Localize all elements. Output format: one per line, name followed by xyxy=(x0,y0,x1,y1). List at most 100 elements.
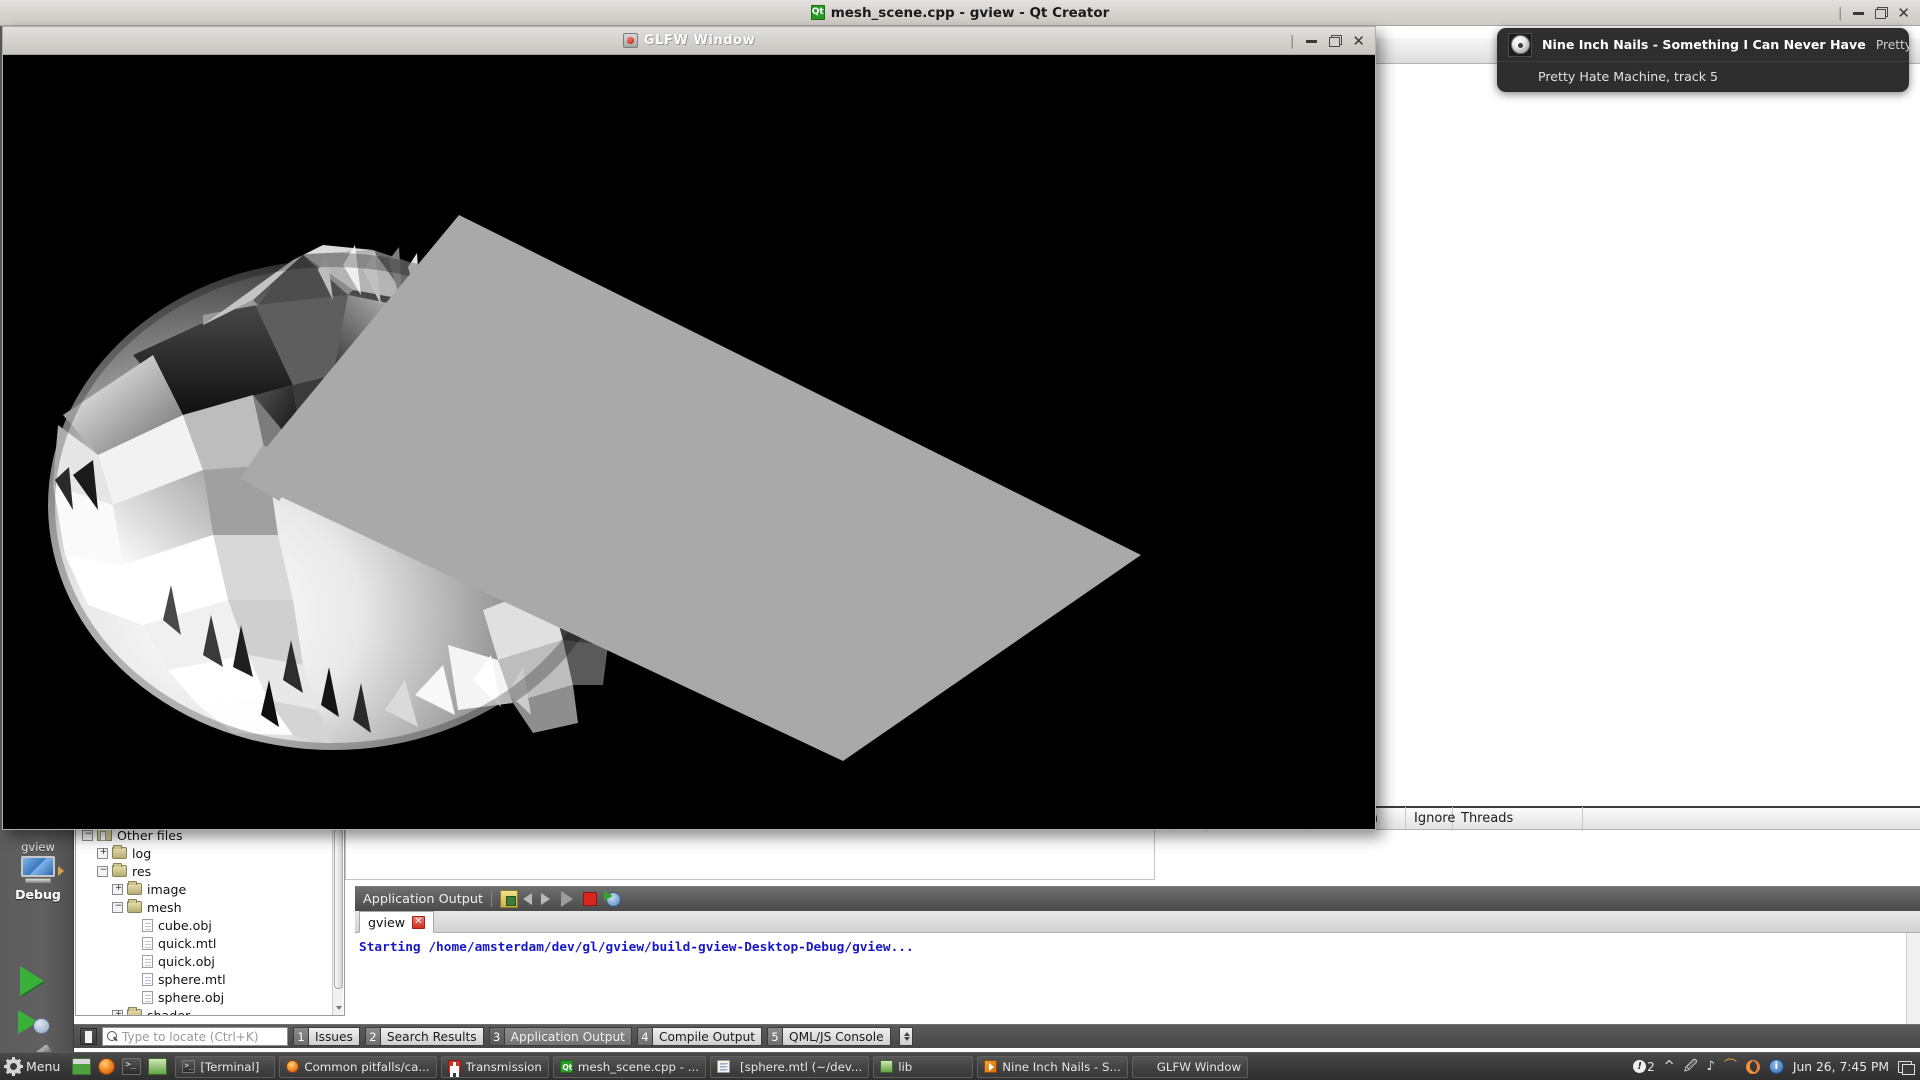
scrollbar-thumb[interactable] xyxy=(334,829,343,989)
tree-item[interactable]: sphere.obj xyxy=(76,988,344,1006)
bp-column-threads[interactable]: Threads xyxy=(1453,806,1583,831)
pane-spinner-icon[interactable] xyxy=(898,1027,913,1046)
taskbar-window-button[interactable]: Common pitfalls/ca... xyxy=(279,1055,437,1078)
locator-input[interactable]: Type to locate (Ctrl+K) xyxy=(102,1027,288,1046)
application-output-pane: Application Output gview ✕ Starting /hom… xyxy=(355,886,1920,1034)
taskbar-window-button[interactable]: [Terminal] xyxy=(175,1055,276,1078)
tree-item-label: cube.obj xyxy=(158,917,212,933)
taskbar-window-button[interactable]: Nine Inch Nails - S... xyxy=(977,1055,1128,1078)
file-icon xyxy=(142,972,153,986)
collapse-icon[interactable] xyxy=(97,865,109,877)
window-task-list: [Terminal] Common pitfalls/ca... Transmiss… xyxy=(175,1055,1633,1078)
nin-icon xyxy=(984,1060,998,1073)
glfw-titlebar[interactable]: GLFW Window | ✕ xyxy=(3,27,1375,55)
fold-icon xyxy=(880,1060,894,1073)
output-scrollbar[interactable] xyxy=(1906,933,1920,1034)
kit-selector[interactable]: gview Debug xyxy=(10,840,66,902)
tab-gview[interactable]: gview ✕ xyxy=(359,911,434,933)
qt-creator-titlebar[interactable]: Qt mesh_scene.cpp - gview - Qt Creator |… xyxy=(0,0,1920,26)
output-pane-button-issues[interactable]: 1 Issues xyxy=(293,1027,360,1046)
tree-item[interactable]: shader xyxy=(76,1006,344,1015)
output-pane-button-compile-output[interactable]: 4 Compile Output xyxy=(636,1027,763,1046)
expand-icon[interactable] xyxy=(97,847,109,859)
pane-title: Application Output xyxy=(363,891,484,907)
file-icon xyxy=(142,954,153,968)
scroll-down-icon[interactable] xyxy=(336,1006,342,1010)
show-desktop-icon[interactable] xyxy=(72,1058,92,1075)
tab-close-icon[interactable]: ✕ xyxy=(412,915,425,929)
application-output-text[interactable]: Starting /home/amsterdam/dev/gl/gview/bu… xyxy=(355,933,1920,1034)
terminal-icon[interactable] xyxy=(122,1058,142,1075)
close-icon[interactable]: ✕ xyxy=(1897,5,1910,21)
taskbar-window-button[interactable]: Transmission xyxy=(440,1055,549,1078)
music-notification[interactable]: Nine Inch Nails - Something I Can Never … xyxy=(1497,28,1909,92)
pane-shortcut-number: 2 xyxy=(364,1027,380,1046)
taskbar-window-button[interactable]: lib xyxy=(873,1055,974,1078)
firefox-icon[interactable] xyxy=(98,1058,116,1075)
update-manager-icon[interactable]: i xyxy=(1768,1059,1784,1074)
pane-shortcut-number: 5 xyxy=(767,1027,783,1046)
glfw-close-icon[interactable]: ✕ xyxy=(1352,33,1365,49)
taskbar-window-label: lib xyxy=(898,1059,913,1074)
tree-item[interactable]: quick.mtl xyxy=(76,934,344,952)
start-debugging-button[interactable] xyxy=(18,1008,54,1038)
file-icon xyxy=(142,918,153,932)
toggle-sidebar-button[interactable] xyxy=(80,1028,97,1045)
tree-item[interactable]: log xyxy=(76,844,344,862)
output-pane-button-application-output[interactable]: 3 Application Output xyxy=(488,1027,632,1046)
tree-item[interactable]: cube.obj xyxy=(76,916,344,934)
stop-icon[interactable] xyxy=(583,892,598,906)
headphones-icon[interactable]: ⌒ xyxy=(1724,1060,1737,1073)
system-tray: ! 2 ^ 🖉 ♪ ⌒ i Jun 26, 7:45 PM xyxy=(1633,1059,1920,1075)
bug-icon xyxy=(33,1018,50,1034)
glfw-maximize-icon[interactable] xyxy=(1329,34,1343,48)
open-in-editor-icon[interactable] xyxy=(500,890,519,908)
brightness-icon[interactable]: 🖉 xyxy=(1684,1060,1698,1073)
term-icon xyxy=(182,1060,196,1073)
tree-item[interactable]: image xyxy=(76,880,344,898)
audio-note-icon[interactable]: ♪ xyxy=(1707,1060,1715,1073)
run-icon[interactable] xyxy=(561,891,574,907)
clock[interactable]: Jun 26, 7:45 PM xyxy=(1793,1060,1889,1074)
project-tree-scrollbar[interactable] xyxy=(332,827,343,1015)
status-bar: Type to locate (Ctrl+K) 1 Issues 2 Search R… xyxy=(74,1024,1920,1048)
page-title: mesh_scene.cpp - gview - Qt Creator xyxy=(830,4,1110,21)
application-output-tabbar: gview ✕ xyxy=(355,911,1920,933)
moon-icon[interactable] xyxy=(1745,1059,1760,1074)
pane-label: Search Results xyxy=(379,1027,484,1046)
tree-item[interactable]: res xyxy=(76,862,344,880)
taskbar-window-button[interactable]: mesh_scene.cpp - ... xyxy=(552,1055,706,1078)
expand-icon[interactable] xyxy=(112,883,124,895)
output-pane-button-qml-js-console[interactable]: 5 QML/JS Console xyxy=(767,1027,891,1046)
taskbar-window-button[interactable]: [sphere.mtl (~/dev... xyxy=(709,1055,870,1078)
tree-item[interactable]: mesh xyxy=(76,898,344,916)
maximize-icon[interactable] xyxy=(1875,6,1889,20)
menu-button[interactable]: Menu xyxy=(0,1053,68,1080)
output-pane-button-search-results[interactable]: 2 Search Results xyxy=(364,1027,484,1046)
qt-creator-window-controls: | ✕ xyxy=(1838,0,1910,26)
attach-icon[interactable] xyxy=(604,890,622,907)
glfw-minimize-icon[interactable] xyxy=(1306,35,1318,48)
show-desktop-icon[interactable] xyxy=(1898,1060,1915,1075)
collapse-icon[interactable] xyxy=(112,901,124,913)
run-button[interactable] xyxy=(20,966,44,996)
taskbar-window-button[interactable]: GLFW Window xyxy=(1131,1055,1249,1078)
opengl-canvas[interactable] xyxy=(3,55,1375,829)
folder-icon xyxy=(127,881,142,895)
application-output-toolbar: Application Output xyxy=(355,886,1920,911)
folder-icon xyxy=(112,863,127,877)
file-manager-icon[interactable] xyxy=(148,1058,168,1075)
collapse-icon[interactable] xyxy=(82,829,94,841)
notification-count-icon[interactable]: ! 2 xyxy=(1633,1060,1655,1074)
tree-item[interactable]: sphere.mtl xyxy=(76,970,344,988)
glfw-window[interactable]: GLFW Window | ✕ xyxy=(2,26,1376,830)
expand-tray-chevron-icon[interactable]: ^ xyxy=(1664,1060,1675,1073)
prev-item-icon[interactable] xyxy=(523,893,533,905)
tree-item[interactable]: quick.obj xyxy=(76,952,344,970)
minimize-icon[interactable] xyxy=(1853,7,1865,20)
bp-column-ignore[interactable]: Ignore xyxy=(1406,806,1455,831)
project-tree[interactable]: Other fileslogresimagemeshcube.objquick.… xyxy=(75,826,345,1016)
editor-area[interactable] xyxy=(345,826,1155,880)
expand-icon[interactable] xyxy=(112,1009,124,1015)
next-item-icon[interactable] xyxy=(541,893,551,905)
